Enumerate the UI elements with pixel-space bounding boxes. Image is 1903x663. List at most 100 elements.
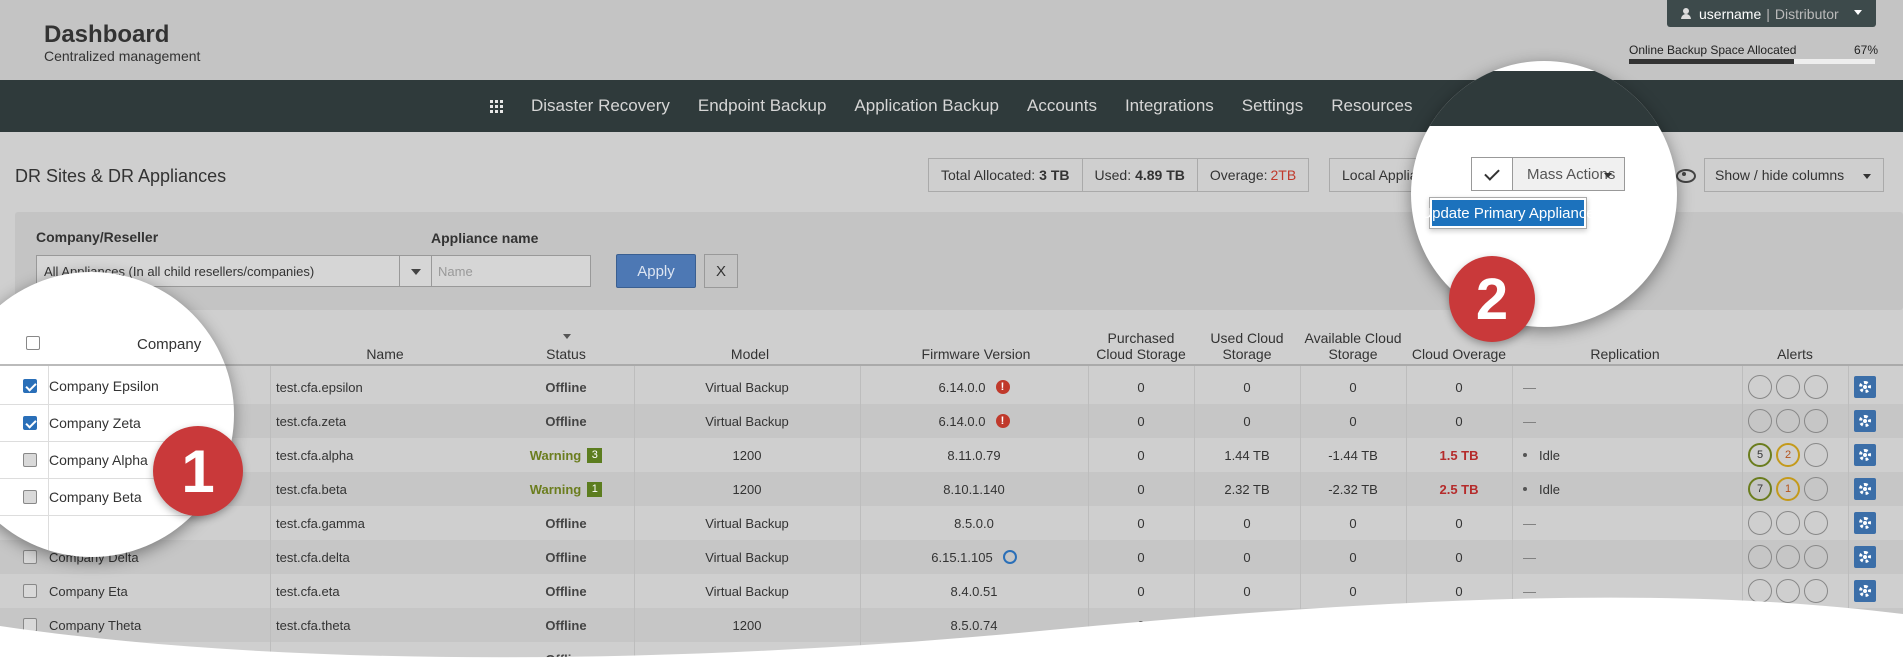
alert-count-badge[interactable]: [1804, 443, 1828, 467]
table-header: Company Name Status Model Firmware Versi…: [0, 318, 1903, 366]
name-cell[interactable]: test.cfa.zeta: [276, 404, 346, 438]
col-model[interactable]: Model: [700, 346, 800, 362]
row-checkbox[interactable]: [23, 453, 37, 467]
table-row[interactable]: Company Beta test.cfa.beta Warning 1 1200 8.1…: [0, 472, 1903, 506]
menu-item-update-primary-appliance[interactable]: Update Primary Appliance: [1421, 200, 1595, 226]
clear-filter-button[interactable]: X: [704, 254, 738, 288]
alert-count-badge[interactable]: [1748, 511, 1772, 535]
select-all-checkbox[interactable]: [26, 336, 40, 350]
sync-icon[interactable]: [1002, 550, 1017, 564]
col-name[interactable]: Name: [300, 346, 470, 362]
alert-count-badge[interactable]: [1804, 375, 1828, 399]
gear-icon[interactable]: [1854, 376, 1876, 398]
alert-count-badge[interactable]: [1748, 545, 1772, 569]
zoom-nav-bar: [1411, 71, 1677, 126]
table-row[interactable]: Company Alpha test.cfa.alpha Warning 3 1200 8…: [0, 438, 1903, 472]
status-cell: Offline: [520, 370, 612, 404]
status-cell: Offline: [520, 506, 612, 540]
brand[interactable]: Dashboard Centralized management: [44, 21, 200, 65]
gear-icon[interactable]: [1854, 546, 1876, 568]
name-cell[interactable]: test.cfa.beta: [276, 472, 347, 506]
nav-item-integrations[interactable]: Integrations: [1125, 96, 1214, 116]
status-text: Offline: [545, 379, 587, 395]
warning-count-badge[interactable]: 3: [587, 447, 603, 463]
purchased-cell: 0: [1137, 447, 1145, 463]
alerts-cell: [1748, 540, 1832, 574]
available-cell: 0: [1349, 515, 1357, 531]
alert-count-badge[interactable]: [1804, 409, 1828, 433]
table-row[interactable]: Company Zeta test.cfa.zeta Offline Virtual …: [0, 404, 1903, 438]
nav-item-endpoint-backup[interactable]: Endpoint Backup: [698, 96, 827, 116]
sort-desc-icon[interactable]: [563, 334, 571, 339]
nav-item-accounts[interactable]: Accounts: [1027, 96, 1097, 116]
error-icon[interactable]: [995, 414, 1010, 428]
alert-count-badge[interactable]: [1776, 375, 1800, 399]
alert-count-badge[interactable]: [1804, 545, 1828, 569]
row-checkbox[interactable]: [23, 490, 37, 504]
gear-icon[interactable]: [1854, 512, 1876, 534]
col-replication[interactable]: Replication: [1560, 346, 1690, 362]
apply-button[interactable]: Apply: [616, 254, 696, 288]
stat-overage-label: Overage:: [1209, 167, 1268, 183]
row-actions-cell: [1854, 472, 1876, 506]
alert-count-badge[interactable]: [1804, 477, 1828, 501]
gear-icon[interactable]: [1854, 478, 1876, 500]
appliance-name-input[interactable]: [431, 255, 591, 287]
row-checkbox[interactable]: [23, 550, 37, 564]
warning-count-badge[interactable]: 1: [587, 481, 603, 497]
mass-actions-group: Mass Actions: [1471, 157, 1625, 191]
col-purchased[interactable]: Purchased Cloud Storage: [1088, 330, 1194, 362]
mass-actions-label: Mass Actions: [1527, 165, 1616, 183]
alert-count-badge[interactable]: [1776, 545, 1800, 569]
mass-actions-button[interactable]: Mass Actions: [1513, 157, 1625, 191]
callout-number-1: 1: [153, 426, 243, 516]
replication-cell: Idle: [1523, 472, 1560, 506]
nav-item-disaster-recovery[interactable]: Disaster Recovery: [531, 96, 670, 116]
stat-used: Used: 4.89 TB: [1083, 159, 1198, 191]
apps-grid-icon[interactable]: [490, 99, 503, 113]
row-checkbox[interactable]: [23, 379, 37, 393]
replication-status: —: [1523, 515, 1536, 531]
nav-item-resources[interactable]: Resources: [1331, 96, 1412, 116]
show-hide-columns-button[interactable]: Show / hide columns: [1704, 158, 1884, 192]
user-menu-button[interactable]: username | Distributor: [1667, 0, 1876, 27]
zoom-table-row[interactable]: Company Epsilon: [0, 368, 234, 405]
alert-count-badge[interactable]: [1804, 511, 1828, 535]
table-row[interactable]: Company Epsilon test.cfa.epsilon Offline Vi…: [0, 370, 1903, 404]
chevron-down-icon[interactable]: [399, 256, 431, 286]
app-title: Dashboard: [44, 21, 170, 48]
status-cell: Warning 3: [520, 438, 612, 472]
col-available[interactable]: Available Cloud Storage: [1300, 330, 1406, 362]
row-checkbox[interactable]: [23, 416, 37, 430]
check-icon[interactable]: [1471, 157, 1513, 191]
alert-count-badge[interactable]: [1776, 511, 1800, 535]
error-icon[interactable]: [995, 380, 1010, 394]
company-cell: Company Zeta: [49, 415, 141, 431]
col-used-line1: Used Cloud: [1210, 330, 1284, 346]
col-firmware[interactable]: Firmware Version: [900, 346, 1052, 362]
alert-count-badge[interactable]: [1776, 409, 1800, 433]
col-overage[interactable]: Cloud Overage: [1406, 346, 1512, 362]
gear-icon[interactable]: [1854, 444, 1876, 466]
stat-used-label: Used:: [1094, 167, 1132, 183]
alert-count-badge[interactable]: 7: [1748, 477, 1772, 501]
table-row[interactable]: Company Delta test.cfa.delta Offline Virtua…: [0, 540, 1903, 574]
table-row[interactable]: Company Gammatest.cfa.gammaOfflineVirtua…: [0, 506, 1903, 540]
alert-count-badge[interactable]: 2: [1776, 443, 1800, 467]
col-status[interactable]: Status: [520, 346, 612, 362]
alert-count-badge[interactable]: [1748, 409, 1772, 433]
firmware-version: 6.14.0.0: [938, 379, 986, 395]
name-cell[interactable]: test.cfa.gamma: [276, 506, 365, 540]
name-cell[interactable]: test.cfa.epsilon: [276, 370, 363, 404]
col-used[interactable]: Used Cloud Storage: [1194, 330, 1300, 362]
nav-item-settings[interactable]: Settings: [1242, 96, 1303, 116]
nav-item-application-backup[interactable]: Application Backup: [854, 96, 999, 116]
name-cell[interactable]: test.cfa.delta: [276, 540, 350, 574]
gear-icon[interactable]: [1854, 410, 1876, 432]
alert-count-badge[interactable]: 1: [1776, 477, 1800, 501]
alert-count-badge[interactable]: [1748, 375, 1772, 399]
name-cell[interactable]: test.cfa.alpha: [276, 438, 353, 472]
alert-count-badge[interactable]: 5: [1748, 443, 1772, 467]
overage-cell: 0: [1455, 379, 1463, 395]
col-alerts[interactable]: Alerts: [1745, 346, 1845, 362]
